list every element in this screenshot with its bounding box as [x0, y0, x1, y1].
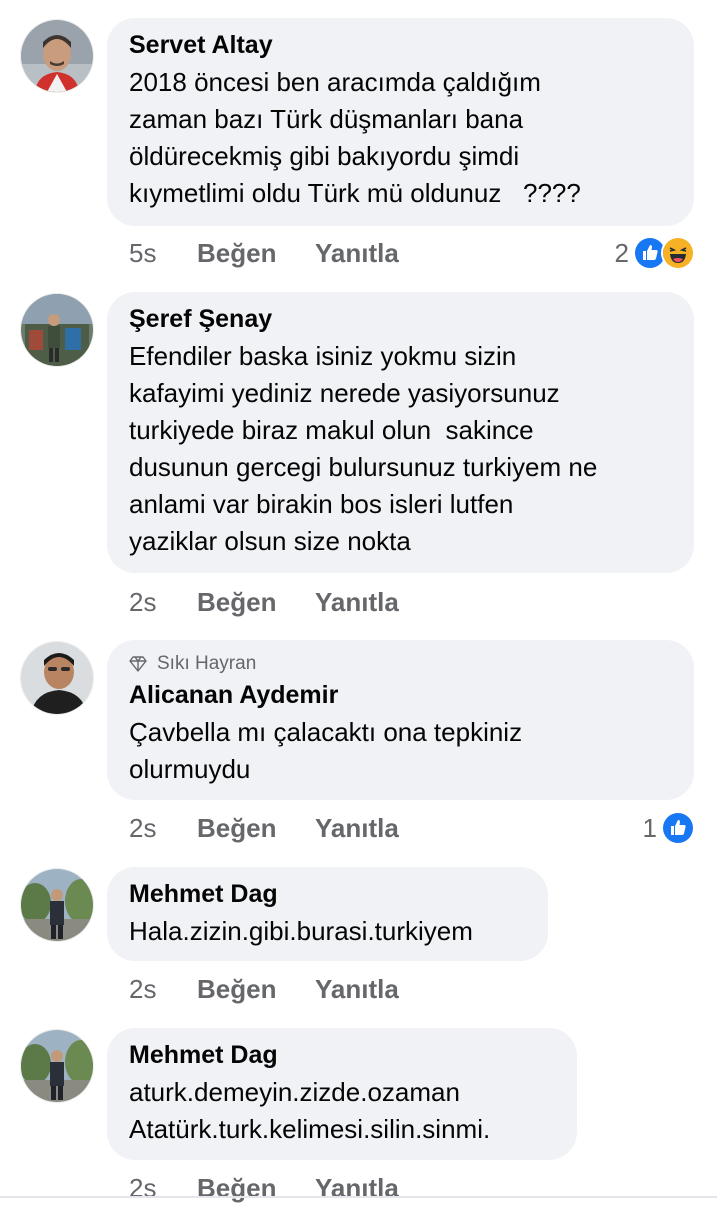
- reply-button[interactable]: Yanıtla: [315, 813, 399, 844]
- comment-line: kıymetlimi oldu Türk mü oldunuz ????: [129, 178, 581, 208]
- comment-actions: 5s Beğen Yanıtla: [129, 237, 399, 269]
- fan-badge: Sıkı Hayran: [129, 652, 672, 676]
- comment-timestamp[interactable]: 2s: [129, 587, 197, 618]
- comment-author[interactable]: Şeref Şenay: [129, 304, 672, 334]
- comment-actions: 2s Beğen Yanıtla: [129, 1172, 399, 1204]
- reply-button[interactable]: Yanıtla: [315, 1173, 399, 1204]
- reaction-summary[interactable]: 1: [642, 811, 695, 845]
- avatar[interactable]: [21, 642, 93, 714]
- bottom-divider: [0, 1196, 717, 1198]
- comment-actions: 2s Beğen Yanıtla: [129, 973, 399, 1005]
- comment-actions: 2s Beğen Yanıtla: [129, 812, 399, 844]
- comment-line: Atatürk.turk.kelimesi.silin.sinmi.: [129, 1114, 491, 1144]
- comment-line: zaman bazı Türk düşmanları bana: [129, 104, 524, 134]
- comment-bubble: Mehmet Dag Hala.zizin.gibi.burasi.turkiy…: [107, 867, 548, 961]
- avatar[interactable]: [21, 294, 93, 366]
- reply-button[interactable]: Yanıtla: [315, 974, 399, 1005]
- comment-timestamp[interactable]: 5s: [129, 238, 197, 269]
- comment-author[interactable]: Alicanan Aydemir: [129, 680, 672, 710]
- comment-timestamp[interactable]: 2s: [129, 813, 197, 844]
- comment-timestamp[interactable]: 2s: [129, 974, 197, 1005]
- like-button[interactable]: Beğen: [197, 974, 315, 1005]
- comment-line: Hala.zizin.gibi.burasi.turkiyem: [129, 916, 473, 946]
- diamond-icon: [129, 656, 147, 672]
- comment-line: Çavbella mı çalacaktı ona tepkiniz: [129, 717, 523, 747]
- comment-line: kafayimi yediniz nerede yasiyorsunuz: [129, 378, 560, 408]
- comment-text: Efendiler baska isiniz yokmu sizin kafay…: [129, 338, 672, 560]
- comment-timestamp[interactable]: 2s: [129, 1173, 197, 1204]
- reaction-summary[interactable]: 2: [614, 236, 695, 270]
- comment-bubble: Sıkı Hayran Alicanan Aydemir Çavbella mı…: [107, 640, 694, 800]
- reply-button[interactable]: Yanıtla: [315, 587, 399, 618]
- reaction-count: 2: [614, 237, 629, 268]
- comment-line: Efendiler baska isiniz yokmu sizin: [129, 341, 517, 371]
- comment-author[interactable]: Servet Altay: [129, 30, 672, 60]
- avatar[interactable]: [21, 20, 93, 92]
- comment-bubble: Şeref Şenay Efendiler baska isiniz yokmu…: [107, 292, 694, 573]
- comment-text: 2018 öncesi ben aracımda çaldığım zaman …: [129, 64, 672, 212]
- like-button[interactable]: Beğen: [197, 813, 315, 844]
- comments-thread: Servet Altay 2018 öncesi ben aracımda ça…: [0, 0, 717, 1205]
- comment-bubble: Mehmet Dag aturk.demeyin.zizde.ozaman At…: [107, 1028, 577, 1160]
- fan-badge-label: Sıkı Hayran: [157, 653, 257, 674]
- like-button[interactable]: Beğen: [197, 238, 315, 269]
- comment-line: öldürecekmiş gibi bakıyordu şimdi: [129, 141, 520, 171]
- comment-actions: 2s Beğen Yanıtla: [129, 586, 399, 618]
- comment-line: olurmuydu: [129, 754, 251, 784]
- like-button[interactable]: Beğen: [197, 587, 315, 618]
- avatar[interactable]: [21, 869, 93, 941]
- comment-line: yaziklar olsun size nokta: [129, 526, 411, 556]
- avatar[interactable]: [21, 1030, 93, 1102]
- comment-bubble: Servet Altay 2018 öncesi ben aracımda ça…: [107, 18, 694, 226]
- comment-text: Çavbella mı çalacaktı ona tepkiniz olurm…: [129, 714, 672, 788]
- comment-text: aturk.demeyin.zizde.ozaman Atatürk.turk.…: [129, 1074, 555, 1148]
- comment-author[interactable]: Mehmet Dag: [129, 1040, 555, 1070]
- comment-line: aturk.demeyin.zizde.ozaman: [129, 1077, 460, 1107]
- comment-line: 2018 öncesi ben aracımda çaldığım: [129, 67, 541, 97]
- comment-line: anlami var birakin bos isleri lutfen: [129, 489, 514, 519]
- haha-icon: [661, 236, 695, 270]
- reply-button[interactable]: Yanıtla: [315, 238, 399, 269]
- comment-line: turkiyede biraz makul olun sakince: [129, 415, 534, 445]
- comment-line: dusunun gercegi bulursunuz turkiyem ne: [129, 452, 598, 482]
- comment-text: Hala.zizin.gibi.burasi.turkiyem: [129, 913, 526, 950]
- like-button[interactable]: Beğen: [197, 1173, 315, 1204]
- reaction-count: 1: [642, 812, 657, 843]
- like-icon: [661, 811, 695, 845]
- comment-author[interactable]: Mehmet Dag: [129, 879, 526, 909]
